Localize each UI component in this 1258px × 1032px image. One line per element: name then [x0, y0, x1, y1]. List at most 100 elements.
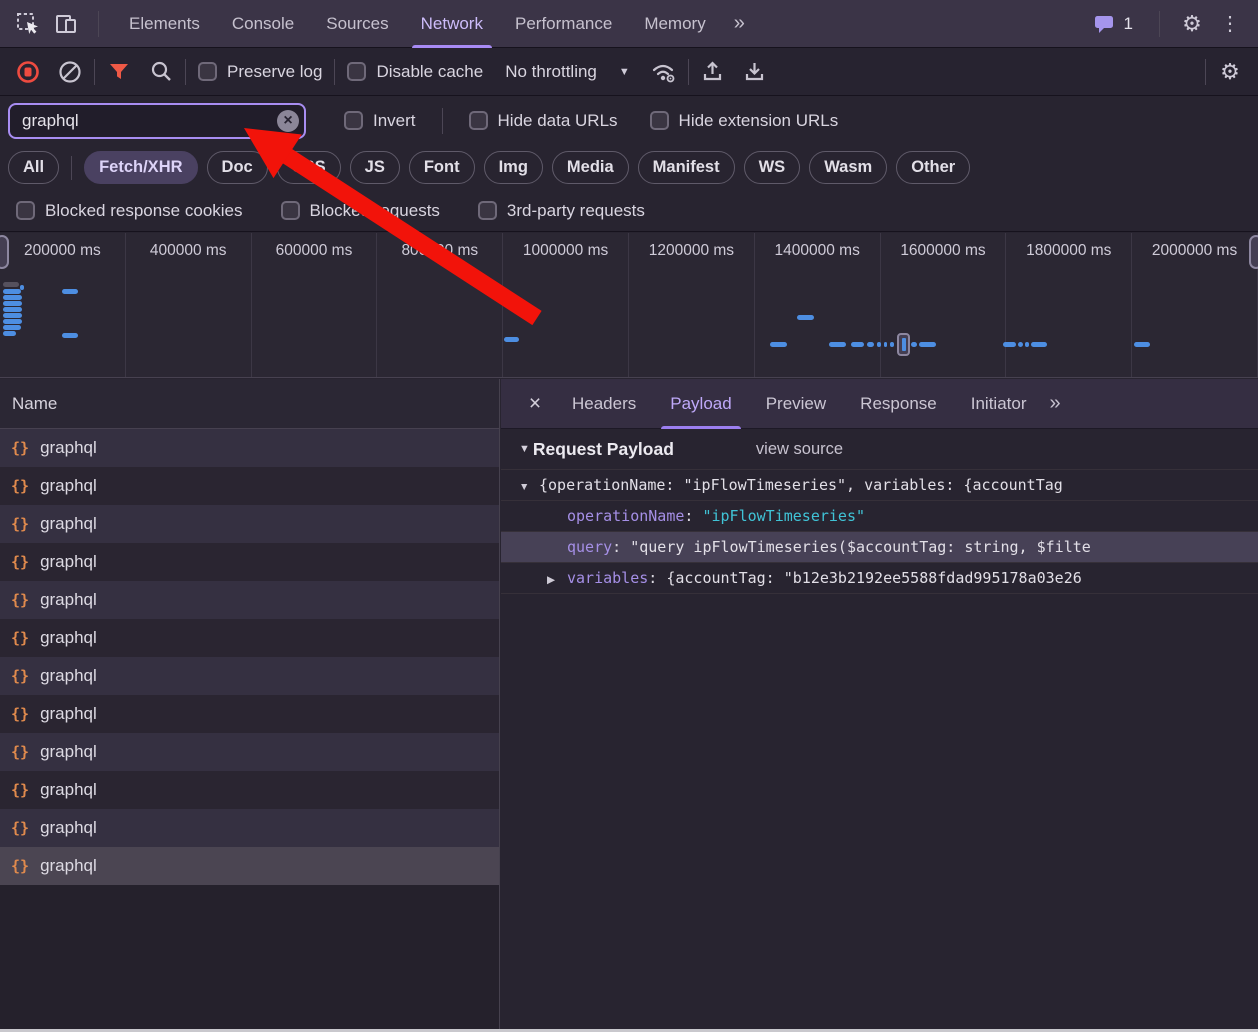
overview-request-bar	[3, 307, 22, 312]
hide-extension-urls-checkbox[interactable]	[650, 111, 669, 130]
more-tabs-chevron[interactable]: »	[724, 12, 755, 35]
overview-left-drag-handle[interactable]	[0, 235, 9, 269]
request-row[interactable]: {}graphql	[0, 695, 499, 733]
import-har-button[interactable]	[695, 54, 731, 90]
expand-icon[interactable]: ▼	[519, 472, 539, 500]
clear-network-log-button[interactable]	[52, 54, 88, 90]
search-button[interactable]	[143, 54, 179, 90]
overview-request-bar	[504, 337, 519, 342]
request-row[interactable]: {}graphql	[0, 657, 499, 695]
toolbar-divider-5	[1205, 59, 1206, 85]
type-filter-img[interactable]: Img	[484, 151, 543, 184]
overview-right-drag-handle[interactable]	[1249, 235, 1258, 269]
payload-value: "query ipFlowTimeseries($accountTag: str…	[630, 538, 1091, 556]
overview-request-bar	[1018, 342, 1023, 347]
detail-tab-response[interactable]: Response	[843, 379, 954, 429]
detail-more-tabs-chevron[interactable]: »	[1045, 392, 1064, 415]
request-rows: {}graphql {}graphql {}graphql {}graphql …	[0, 429, 499, 885]
close-detail-icon[interactable]: ×	[515, 392, 555, 416]
type-filter-doc[interactable]: Doc	[207, 151, 268, 184]
request-row[interactable]: {}graphql	[0, 505, 499, 543]
overview-request-bar	[3, 331, 16, 336]
third-party-requests-checkbox[interactable]	[478, 201, 497, 220]
collapse-icon[interactable]: ▶	[547, 565, 567, 593]
preserve-log-checkbox[interactable]	[198, 62, 217, 81]
device-toolbar-button[interactable]	[48, 6, 84, 42]
payload-row-operation-name[interactable]: operationName: "ipFlowTimeseries"	[501, 500, 1258, 531]
request-row[interactable]: {}graphql	[0, 619, 499, 657]
request-row[interactable]: {}graphql	[0, 771, 499, 809]
type-filter-fetch-xhr[interactable]: Fetch/XHR	[84, 151, 197, 184]
request-row[interactable]: {}graphql	[0, 543, 499, 581]
search-icon	[149, 59, 174, 84]
detail-tab-payload[interactable]: Payload	[653, 379, 748, 429]
hide-data-urls-checkbox[interactable]	[469, 111, 488, 130]
tab-performance[interactable]: Performance	[499, 0, 628, 48]
payload-row-query[interactable]: query: "query ipFlowTimeseries($accountT…	[501, 531, 1258, 562]
devtools-tabbar: Elements Console Sources Network Perform…	[0, 0, 1258, 48]
settings-gear-icon[interactable]: ⚙	[1174, 6, 1210, 42]
download-icon	[742, 59, 767, 84]
view-source-link[interactable]: view source	[756, 440, 843, 459]
tab-elements[interactable]: Elements	[113, 0, 216, 48]
payload-key: variables	[567, 569, 648, 587]
tab-console[interactable]: Console	[216, 0, 310, 48]
type-filter-all[interactable]: All	[8, 151, 59, 184]
name-column-header[interactable]: Name	[0, 379, 499, 429]
request-payload-header[interactable]: ▼ Request Payload view source	[501, 429, 1258, 469]
blocked-response-cookies-checkbox[interactable]	[16, 201, 35, 220]
blocked-requests-label: Blocked requests	[310, 201, 440, 221]
network-settings-gear-icon[interactable]: ⚙	[1212, 54, 1248, 90]
throttling-select[interactable]: No throttling ▼	[495, 62, 640, 82]
type-filter-manifest[interactable]: Manifest	[638, 151, 735, 184]
request-row[interactable]: {}graphql	[0, 581, 499, 619]
type-filter-wasm[interactable]: Wasm	[809, 151, 887, 184]
request-row-selected[interactable]: {}graphql	[0, 847, 499, 885]
detail-tab-initiator[interactable]: Initiator	[954, 379, 1044, 429]
payload-value: {accountTag: "b12e3b2192ee5588fdad995178…	[666, 569, 1081, 587]
disable-cache-checkbox[interactable]	[347, 62, 366, 81]
inspect-element-button[interactable]	[10, 6, 46, 42]
request-row[interactable]: {} graphql	[0, 809, 499, 847]
type-filter-css[interactable]: CSS	[277, 151, 341, 184]
payload-row-variables[interactable]: ▶variables: {accountTag: "b12e3b2192ee55…	[501, 562, 1258, 593]
json-braces-icon: {}	[11, 705, 29, 723]
tab-memory[interactable]: Memory	[628, 0, 721, 48]
payload-value: "ipFlowTimeseries"	[702, 507, 865, 525]
issues-button[interactable]: 1	[1080, 12, 1145, 36]
export-har-button[interactable]	[737, 54, 773, 90]
more-options-icon[interactable]: ⋮	[1212, 6, 1248, 42]
tab-sources[interactable]: Sources	[310, 0, 404, 48]
network-overview-timeline[interactable]: 200000 ms 400000 ms 600000 ms 800000 ms …	[0, 233, 1258, 378]
invert-checkbox[interactable]	[344, 111, 363, 130]
detail-tab-headers[interactable]: Headers	[555, 379, 653, 429]
request-row[interactable]: {}graphql	[0, 429, 499, 467]
detail-tabbar: × Headers Payload Preview Response Initi…	[501, 379, 1258, 429]
json-braces-icon: {}	[11, 553, 29, 571]
type-filter-other[interactable]: Other	[896, 151, 970, 184]
record-network-log-button[interactable]	[10, 54, 46, 90]
request-name: graphql	[40, 438, 97, 458]
tab-network[interactable]: Network	[405, 0, 499, 48]
clear-filter-icon[interactable]: ×	[277, 110, 299, 132]
filter-row: × Invert Hide data URLs Hide extension U…	[0, 96, 1258, 145]
request-row[interactable]: {}graphql	[0, 733, 499, 771]
blocked-requests-checkbox[interactable]	[281, 201, 300, 220]
request-name: graphql	[40, 818, 97, 838]
overview-request-bar	[919, 342, 936, 347]
request-row[interactable]: {}graphql	[0, 467, 499, 505]
type-filter-font[interactable]: Font	[409, 151, 475, 184]
filter-input[interactable]	[8, 103, 306, 139]
type-filter-media[interactable]: Media	[552, 151, 629, 184]
payload-summary-row[interactable]: ▼{operationName: "ipFlowTimeseries", var…	[501, 469, 1258, 500]
network-toolbar: Preserve log Disable cache No throttling…	[0, 48, 1258, 96]
json-braces-icon: {}	[11, 819, 29, 837]
issues-bubble-icon	[1092, 12, 1116, 36]
filter-toggle-button[interactable]	[101, 54, 137, 90]
type-filter-js[interactable]: JS	[350, 151, 400, 184]
overview-request-bar	[1134, 342, 1150, 347]
network-conditions-button[interactable]	[646, 54, 682, 90]
type-filter-ws[interactable]: WS	[744, 151, 801, 184]
record-icon	[15, 59, 41, 85]
detail-tab-preview[interactable]: Preview	[749, 379, 843, 429]
